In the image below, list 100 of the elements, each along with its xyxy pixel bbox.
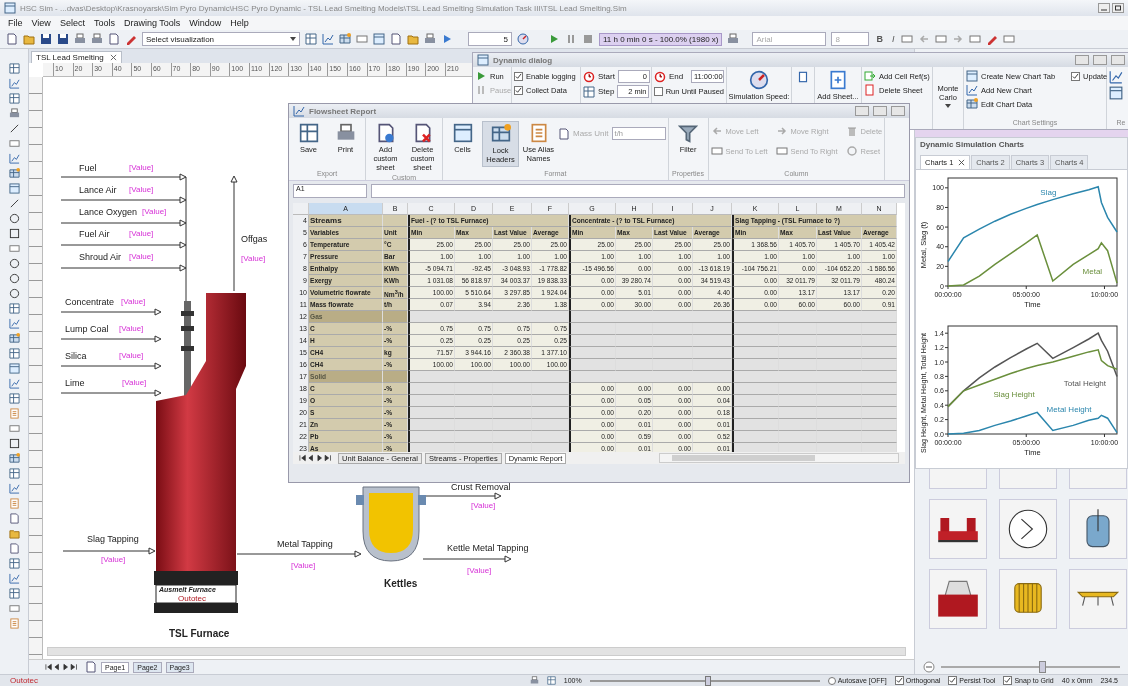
format-button[interactable]: I bbox=[889, 34, 897, 44]
window-control-icon[interactable] bbox=[855, 106, 869, 116]
circle-icon[interactable] bbox=[8, 213, 20, 224]
rectangle-icon[interactable] bbox=[356, 33, 368, 45]
stream-arrow[interactable] bbox=[230, 175, 238, 292]
menu-item[interactable]: Window bbox=[189, 18, 222, 28]
stop-icon[interactable] bbox=[582, 33, 594, 45]
window-control-icon[interactable] bbox=[873, 106, 887, 116]
circle-icon[interactable] bbox=[8, 273, 20, 284]
printer-icon[interactable] bbox=[91, 33, 103, 45]
scrollbar[interactable] bbox=[659, 453, 899, 463]
window-icon[interactable] bbox=[8, 363, 20, 374]
spin-field[interactable]: 5 bbox=[468, 32, 512, 46]
document-icon[interactable] bbox=[390, 33, 402, 45]
print-icon[interactable] bbox=[727, 33, 740, 45]
line-chart-icon[interactable] bbox=[8, 318, 20, 329]
line-chart-icon[interactable] bbox=[322, 33, 334, 45]
window-icon[interactable] bbox=[373, 33, 385, 45]
rectangle-icon[interactable] bbox=[901, 33, 914, 45]
print-icon[interactable] bbox=[529, 676, 539, 685]
list-icon[interactable] bbox=[8, 498, 20, 509]
document-icon[interactable] bbox=[6, 33, 18, 45]
printer-icon[interactable] bbox=[424, 33, 436, 45]
circle-icon[interactable] bbox=[8, 258, 20, 269]
window-control-icon[interactable] bbox=[1093, 55, 1107, 65]
equipment-tile[interactable] bbox=[999, 499, 1057, 559]
printer-icon[interactable] bbox=[74, 33, 86, 45]
slider-thumb[interactable] bbox=[704, 675, 711, 686]
menu-item[interactable]: Drawing Tools bbox=[123, 18, 181, 28]
scrollbar-thumb[interactable] bbox=[672, 455, 815, 461]
grid-icon[interactable] bbox=[8, 558, 20, 569]
grid-icon[interactable] bbox=[8, 303, 20, 314]
folder-icon[interactable] bbox=[8, 528, 20, 539]
stream-arrow[interactable] bbox=[422, 555, 512, 563]
menu-item[interactable]: Tools bbox=[93, 18, 115, 28]
rectangle-icon[interactable] bbox=[935, 33, 948, 45]
circle-icon[interactable] bbox=[8, 288, 20, 299]
table-icon[interactable] bbox=[8, 168, 20, 179]
close-icon[interactable] bbox=[958, 159, 966, 166]
line-chart-icon[interactable] bbox=[8, 483, 20, 494]
corner-cell[interactable] bbox=[293, 203, 309, 215]
pen-icon[interactable] bbox=[125, 33, 137, 45]
grid-icon[interactable] bbox=[8, 393, 20, 404]
formula-field[interactable] bbox=[371, 184, 905, 198]
furnace-drawing[interactable] bbox=[154, 293, 246, 613]
grid-icon[interactable] bbox=[8, 588, 20, 599]
line-chart-icon[interactable] bbox=[8, 378, 20, 389]
format-button[interactable]: B bbox=[874, 34, 885, 44]
rectangle-icon[interactable] bbox=[969, 33, 982, 45]
stream-arrow[interactable] bbox=[60, 219, 187, 227]
menu-item[interactable]: View bbox=[31, 18, 51, 28]
printer-icon[interactable] bbox=[8, 108, 20, 119]
line-icon[interactable] bbox=[8, 123, 20, 134]
page-icon[interactable] bbox=[796, 70, 810, 84]
equipment-tile[interactable] bbox=[929, 499, 987, 559]
play-icon[interactable] bbox=[548, 33, 560, 45]
equipment-tile[interactable] bbox=[1069, 499, 1127, 559]
stream-arrow[interactable] bbox=[60, 196, 187, 204]
restore-icon[interactable] bbox=[1112, 3, 1124, 13]
square-icon[interactable] bbox=[8, 228, 20, 239]
line-chart-icon[interactable] bbox=[8, 78, 20, 89]
grid-icon[interactable] bbox=[8, 63, 20, 74]
grid-icon[interactable] bbox=[305, 33, 317, 45]
grid-icon[interactable] bbox=[8, 468, 20, 479]
table-icon[interactable] bbox=[8, 333, 20, 344]
close-icon[interactable] bbox=[109, 54, 117, 61]
line-chart-icon[interactable] bbox=[8, 153, 20, 164]
stream-arrow[interactable] bbox=[60, 241, 187, 249]
document-icon[interactable] bbox=[8, 543, 20, 554]
menu-item[interactable]: File bbox=[8, 18, 23, 28]
grid-icon[interactable] bbox=[546, 676, 556, 685]
list-icon[interactable] bbox=[8, 408, 20, 419]
right-arrow-icon[interactable] bbox=[952, 33, 965, 45]
document-icon[interactable] bbox=[8, 513, 20, 524]
line-chart-icon[interactable] bbox=[8, 573, 20, 584]
window-control-icon[interactable] bbox=[891, 106, 905, 116]
grid-icon[interactable] bbox=[8, 348, 20, 359]
document-tab[interactable]: TSL Lead Smelting bbox=[31, 51, 122, 63]
pen-icon[interactable] bbox=[986, 33, 999, 45]
stream-arrow[interactable] bbox=[62, 547, 156, 555]
stream-arrow[interactable] bbox=[60, 389, 162, 397]
equipment-tile[interactable] bbox=[929, 569, 987, 629]
left-arrow-icon[interactable] bbox=[918, 33, 931, 45]
window-control-icon[interactable] bbox=[1111, 55, 1125, 65]
document-icon[interactable] bbox=[108, 33, 120, 45]
rectangle-icon[interactable] bbox=[1003, 33, 1016, 45]
equipment-tile[interactable] bbox=[999, 569, 1057, 629]
line-icon[interactable] bbox=[8, 198, 20, 209]
grid-icon[interactable] bbox=[8, 93, 20, 104]
rectangle-icon[interactable] bbox=[8, 603, 20, 614]
slider-thumb[interactable] bbox=[1039, 661, 1047, 673]
visualization-dropdown[interactable]: Select visualization bbox=[142, 32, 300, 46]
scrollbar[interactable] bbox=[47, 647, 906, 656]
menu-item[interactable]: Help bbox=[230, 18, 249, 28]
equipment-tile[interactable] bbox=[1069, 569, 1127, 629]
stream-arrow[interactable] bbox=[60, 308, 162, 316]
table-icon[interactable] bbox=[339, 33, 351, 45]
pause-icon[interactable] bbox=[565, 33, 577, 45]
play-icon[interactable] bbox=[441, 33, 453, 45]
stream-arrow[interactable] bbox=[236, 550, 362, 558]
